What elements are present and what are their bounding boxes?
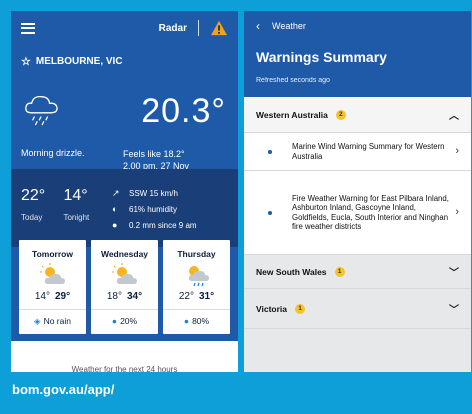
region-name: Victoria [256,303,288,314]
next-24h-section: Weather for the next 24 hours [11,341,238,372]
region-western-australia[interactable]: Western Australia 2 ︿ [244,97,471,133]
region-name: Western Australia [256,109,328,120]
rain-drop-icon: ● [111,316,118,326]
menu-icon[interactable] [21,22,35,34]
humidity-value: 61% humidity [129,204,178,214]
current-conditions: 20.3° [11,68,238,146]
region-name: New South Wales [256,266,327,277]
next-24h-heading: Weather for the next 24 hours [71,365,178,372]
forecast-temps: 14° 29° [19,291,86,302]
more-regions [244,329,471,372]
today-stats: ↗ SSW 15 km/h ◐ 61% humidity ● 0.2 mm si… [112,185,197,233]
bullet-icon [268,210,272,215]
today-label: Today [21,213,43,222]
warning-count-badge: 2 [335,109,346,120]
location-row[interactable]: ☆ MELBOURNE, VIC [11,45,238,68]
bullet-icon [268,149,272,154]
warning-item[interactable]: Fire Weather Warning for East Pilbara In… [244,171,471,255]
forecast-card[interactable]: Wednesday 18° 34° ● 20% [91,240,158,334]
drizzle-cloud-icon [25,95,58,126]
rain-value: 0.2 mm since 9 am [129,220,197,230]
location-name: MELBOURNE, VIC [35,56,123,67]
region-new-south-wales[interactable]: New South Wales 1 ﹀ [244,255,471,289]
humidity-row: ◐ 61% humidity [112,201,197,217]
forecast-rain-value: 80% [192,316,210,326]
current-temperature: 20.3° [141,92,226,130]
tonight-label: Tonight [63,213,90,222]
radar-link[interactable]: Radar [159,23,187,34]
rain-row: ● 0.2 mm since 9 am [112,217,197,233]
chevron-down-icon[interactable]: ﹀ [449,264,459,279]
tonight-min: 14° [63,187,88,204]
forecast-max: 34° [127,291,143,302]
rain-drop-icon: ● [183,316,190,326]
warning-icon[interactable] [210,20,228,36]
no-rain-icon: ◈ [34,316,41,326]
humidity-drop-icon: ◐ [112,204,118,214]
warning-count-badge: 1 [334,266,345,277]
forecast-min: 18° [106,291,122,302]
feels-like: Feels like 18.2° [123,149,185,159]
forecast-min: 22° [178,291,194,302]
warning-count-badge: 1 [295,303,306,314]
forecast-card[interactable]: Thursday 22° 31° ● 80% [163,240,230,334]
wind-arrow-icon: ↗ [112,187,120,198]
refresh-status: Refreshed seconds ago [256,77,330,84]
forecast-rain-value: No rain [43,316,71,326]
chevron-right-icon: › [455,205,459,218]
partly-cloudy-icon [39,263,65,284]
warning-title: Marine Wind Warning Summary for Western … [292,142,445,161]
chevron-up-icon[interactable]: ︿ [449,107,459,122]
chevron-down-icon[interactable]: ﹀ [449,301,459,316]
website-caption: bom.gov.au/app/ [12,382,115,397]
forecast-max: 31° [199,291,215,302]
forecast-rain: ● 20% [91,309,158,326]
app-header: Radar [11,11,238,45]
page-title: Warnings Summary [256,49,387,65]
nav-bar: ‹ Weather [256,11,459,33]
partly-cloudy-icon [111,263,137,284]
today-max: 22° [21,187,46,204]
header-divider [198,20,199,36]
forecast-day: Thursday [177,249,216,259]
warnings-header: ‹ Weather Warnings Summary Refreshed sec… [244,11,471,97]
forecast-card[interactable]: Tomorrow 14° 29° ◈ No rain [19,240,86,334]
wind-value: SSW 15 km/h [129,188,178,198]
forecast-day: Wednesday [100,249,149,259]
forecast-max: 29° [55,291,71,302]
forecast-rain: ● 80% [163,309,230,326]
forecast-cards: Tomorrow 14° 29° ◈ No rain Wednesday 18° 34… [19,240,230,334]
today-temps: 22° 14° Today Tonight [21,187,101,225]
nav-title: Weather [272,21,306,31]
rain-drop-icon: ● [112,220,118,230]
today-summary: 22° 14° Today Tonight ↗ SSW 15 km/h ◐ 61… [11,169,238,247]
chevron-right-icon: › [455,144,459,157]
forecast-min: 14° [34,291,50,302]
region-victoria[interactable]: Victoria 1 ﹀ [244,289,471,329]
showers-icon [188,266,209,287]
star-icon[interactable]: ☆ [21,55,31,68]
forecast-rain: ◈ No rain [19,309,86,327]
warning-item[interactable]: Marine Wind Warning Summary for Western … [244,133,471,171]
back-chevron-icon[interactable]: ‹ [256,19,260,33]
forecast-temps: 18° 34° [91,291,158,302]
forecast-temps: 22° 31° [163,291,230,302]
wind-row: ↗ SSW 15 km/h [112,185,197,201]
weather-screen: Radar ☆ MELBOURNE, VIC 20.3° Morning dri… [11,11,238,372]
forecast-rain-value: 20% [120,316,138,326]
warning-title: Fire Weather Warning for East Pilbara In… [292,193,449,232]
warnings-screen: ‹ Weather Warnings Summary Refreshed sec… [244,11,471,372]
forecast-day: Tomorrow [32,249,73,259]
